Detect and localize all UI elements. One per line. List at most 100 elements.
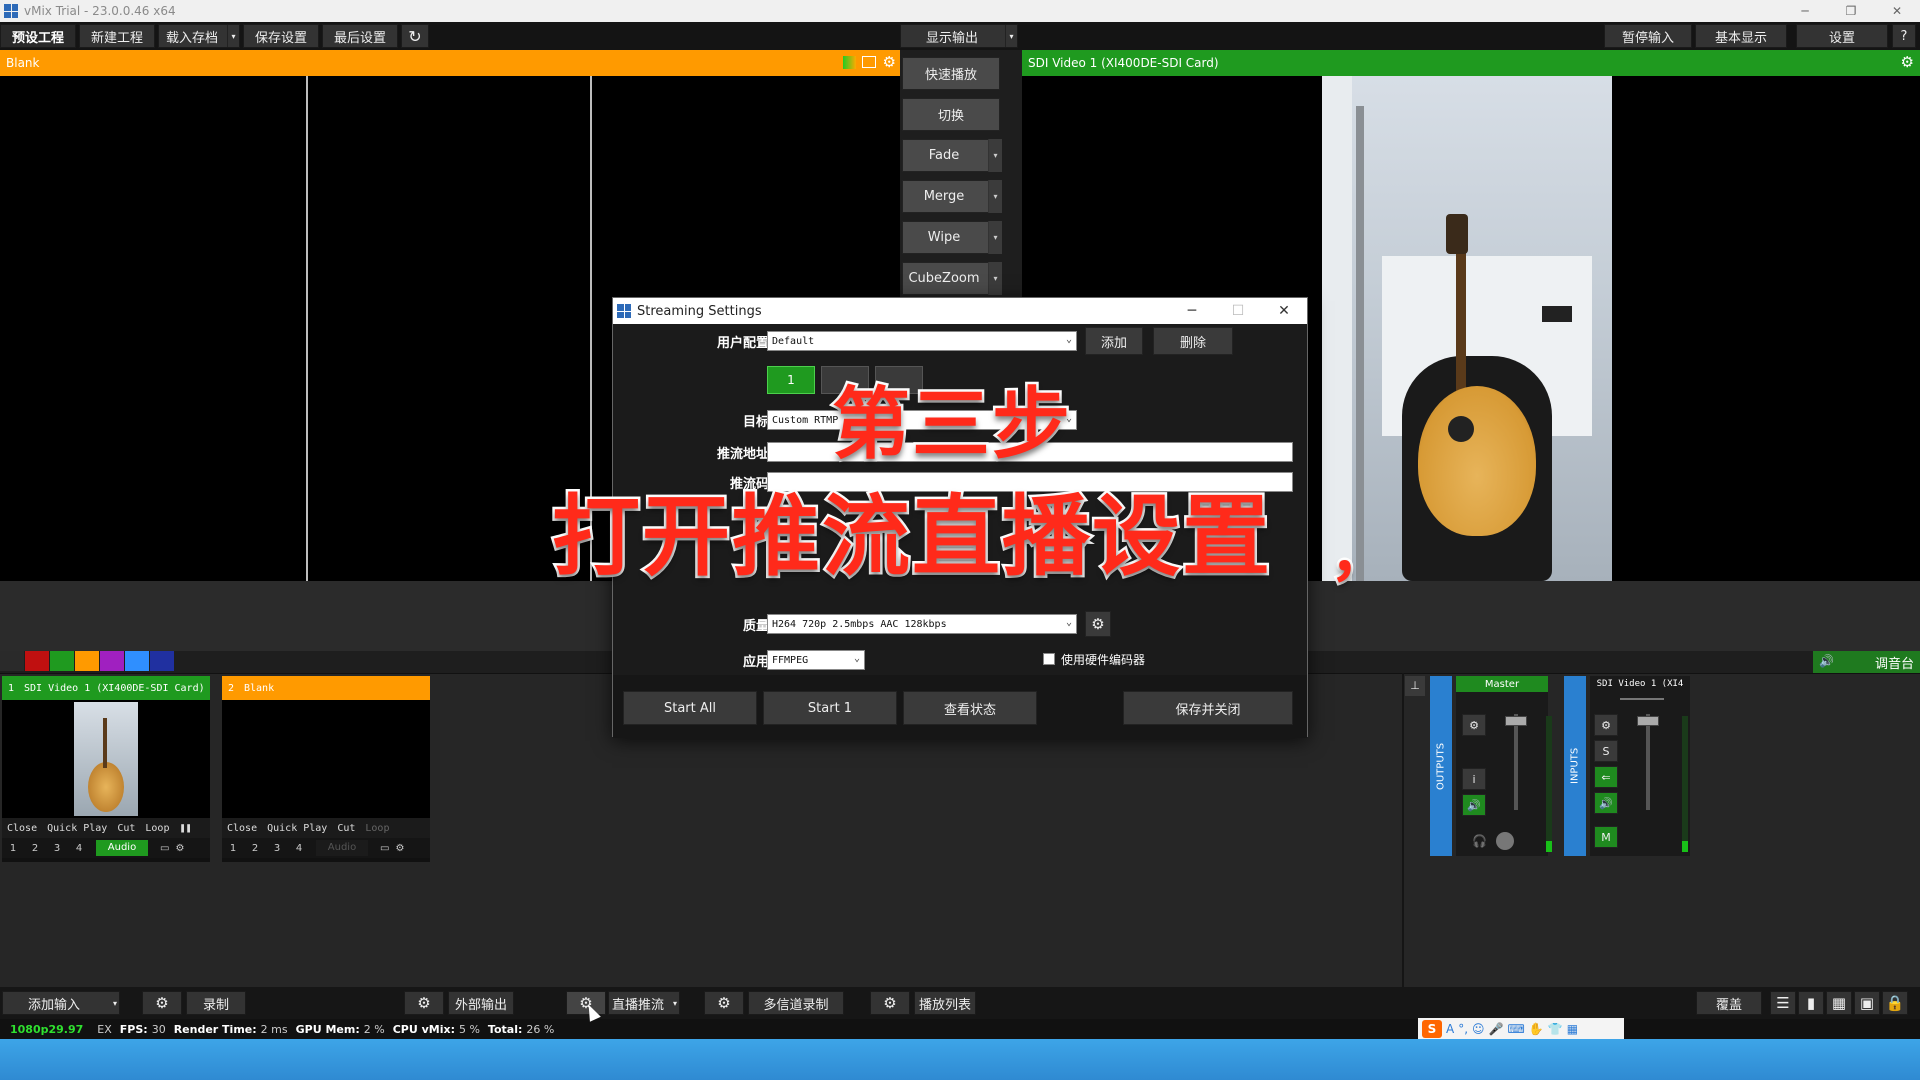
window-icon[interactable] <box>862 56 876 68</box>
loop-input-button[interactable]: Loop <box>140 823 174 834</box>
save-and-close-button[interactable]: 保存并关闭 <box>1123 691 1293 725</box>
pause-input-button[interactable]: 暂停输入 <box>1604 24 1692 48</box>
arrow-left-icon[interactable]: ⇐ <box>1594 766 1618 788</box>
overlay-4-button[interactable]: 4 <box>288 843 310 854</box>
input-header[interactable]: 1 SDI Video 1 (XI400DE-SDI Card) <box>2 676 210 700</box>
delete-profile-button[interactable]: 删除 <box>1153 327 1233 355</box>
close-input-button[interactable]: Close <box>2 823 42 834</box>
dialog-close-button[interactable]: ✕ <box>1261 298 1307 324</box>
minimize-button[interactable]: ─ <box>1782 0 1828 22</box>
close-button[interactable]: ✕ <box>1874 0 1920 22</box>
chevron-down-icon[interactable]: ▾ <box>988 139 1002 172</box>
cut-input-button[interactable]: Cut <box>332 823 360 834</box>
quality-select[interactable]: H264 720p 2.5mbps AAC 128kbps ⌄ <box>767 614 1077 634</box>
add-profile-button[interactable]: 添加 <box>1085 327 1143 355</box>
pause-icon[interactable]: ❚❚ <box>174 823 196 834</box>
maximize-button[interactable]: ❐ <box>1828 0 1874 22</box>
merge-button[interactable]: Merge <box>902 180 1000 213</box>
color-swatch[interactable] <box>50 651 74 671</box>
profile-select[interactable]: Default ⌄ <box>767 331 1077 351</box>
overlay-button[interactable]: 覆盖 <box>1696 991 1762 1015</box>
settings-button[interactable]: 设置 <box>1796 24 1888 48</box>
color-swatch[interactable] <box>100 651 124 671</box>
audio-mixer-button[interactable]: 🔊 调音台 <box>1813 651 1920 673</box>
show-output-button[interactable]: 显示输出 ▾ <box>900 24 1018 48</box>
punctuation-icon[interactable]: °, <box>1458 1022 1468 1036</box>
multicorder-button[interactable]: 多信道录制 <box>748 991 844 1015</box>
new-project-button[interactable]: 新建工程 <box>79 24 155 48</box>
input-thumbnail[interactable] <box>2 700 210 818</box>
input-tile-2[interactable]: 2 Blank Close Quick Play Cut Loop 1 2 3 … <box>222 676 430 862</box>
cut-input-button[interactable]: Cut <box>112 823 140 834</box>
help-button[interactable]: ? <box>1892 24 1916 48</box>
cut-button[interactable]: 切换 <box>902 98 1000 131</box>
close-input-button[interactable]: Close <box>222 823 262 834</box>
overlay-2-button[interactable]: 2 <box>244 843 266 854</box>
wipe-button[interactable]: Wipe <box>902 221 1000 254</box>
audio-toggle-button[interactable]: Audio <box>316 840 368 856</box>
resolution-readout[interactable]: 1080p29.97 <box>10 1023 83 1036</box>
sogou-logo-icon[interactable]: S <box>1422 1020 1442 1038</box>
chevron-down-icon[interactable]: ▾ <box>113 999 117 1008</box>
gear-icon[interactable]: ⚙ <box>704 991 744 1015</box>
list-view-icon[interactable]: ☰ <box>1770 991 1796 1015</box>
stream-button[interactable]: 直播推流 ▾ <box>608 991 680 1015</box>
input-fader-track[interactable] <box>1646 714 1650 810</box>
record-button[interactable]: 录制 <box>186 991 246 1015</box>
info-button[interactable]: i <box>1462 768 1486 790</box>
gear-icon[interactable]: ⚙ <box>870 991 910 1015</box>
input-header[interactable]: 2 Blank <box>222 676 430 700</box>
gear-icon[interactable]: ⚙ <box>883 53 896 71</box>
pin-icon[interactable]: ⊥ <box>1405 676 1425 696</box>
overlay-1-button[interactable]: 1 <box>222 843 244 854</box>
color-icon[interactable] <box>843 56 856 69</box>
bar-chart-icon[interactable]: ▮ <box>1798 991 1824 1015</box>
keyboard-icon[interactable]: ⌨ <box>1508 1022 1525 1036</box>
chevron-down-icon[interactable]: ▾ <box>227 25 239 47</box>
gear-icon[interactable]: ⚙ <box>175 843 184 854</box>
application-select[interactable]: FFMPEG ⌄ <box>767 650 865 670</box>
basic-view-button[interactable]: 基本显示 <box>1695 24 1787 48</box>
ime-toolbar[interactable]: S A °, ☺ 🎤 ⌨ ✋ 👕 ▦ <box>1418 1018 1624 1040</box>
solo-button[interactable]: S <box>1594 740 1618 762</box>
overlay-2-button[interactable]: 2 <box>24 843 46 854</box>
save-settings-button[interactable]: 保存设置 <box>243 24 319 48</box>
view-status-button[interactable]: 查看状态 <box>903 691 1037 725</box>
overlay-3-button[interactable]: 3 <box>266 843 288 854</box>
quick-play-input-button[interactable]: Quick Play <box>42 823 112 834</box>
last-settings-button[interactable]: 最后设置 <box>322 24 398 48</box>
ime-mode-a[interactable]: A <box>1446 1022 1454 1036</box>
balance-knob-icon[interactable] <box>1496 832 1514 850</box>
hand-icon[interactable]: ✋ <box>1529 1022 1544 1036</box>
quick-play-button[interactable]: 快速播放 <box>902 57 1000 90</box>
pan-slider[interactable] <box>1620 698 1664 700</box>
hardware-encoder-checkbox[interactable] <box>1043 653 1055 665</box>
microphone-icon[interactable]: 🎤 <box>1489 1022 1504 1036</box>
fade-button[interactable]: Fade <box>902 139 1000 172</box>
color-swatch[interactable] <box>75 651 99 671</box>
chevron-down-icon[interactable]: ▾ <box>673 999 677 1008</box>
external-output-button[interactable]: 外部输出 <box>448 991 514 1015</box>
master-fader-knob[interactable] <box>1505 716 1527 726</box>
gear-icon[interactable]: ⚙ <box>142 991 182 1015</box>
overlay-1-button[interactable]: 1 <box>2 843 24 854</box>
dialog-minimize-button[interactable]: ─ <box>1169 298 1215 324</box>
cubezoom-button[interactable]: CubeZoom <box>902 262 1000 295</box>
master-fader-track[interactable] <box>1514 714 1518 810</box>
color-swatch[interactable] <box>125 651 149 671</box>
overlay-4-button[interactable]: 4 <box>68 843 90 854</box>
monitor-icon[interactable]: ▭ <box>380 843 389 854</box>
quick-play-input-button[interactable]: Quick Play <box>262 823 332 834</box>
monitor-icon[interactable]: ▭ <box>160 843 169 854</box>
chevron-down-icon[interactable]: ▾ <box>988 180 1002 213</box>
input-fader-knob[interactable] <box>1637 716 1659 726</box>
start-all-button[interactable]: Start All <box>623 691 757 725</box>
mute-button[interactable]: M <box>1594 826 1618 848</box>
stream-tab-1[interactable]: 1 <box>767 366 815 394</box>
gear-icon[interactable]: ⚙ <box>1462 714 1486 736</box>
grid-view-icon[interactable]: ▦ <box>1826 991 1852 1015</box>
gear-icon[interactable]: ⚙ <box>1594 714 1618 736</box>
lock-icon[interactable]: 🔒 <box>1882 991 1908 1015</box>
load-project-button[interactable]: 载入存档 ▾ <box>158 24 240 48</box>
shirt-icon[interactable]: 👕 <box>1548 1022 1563 1036</box>
